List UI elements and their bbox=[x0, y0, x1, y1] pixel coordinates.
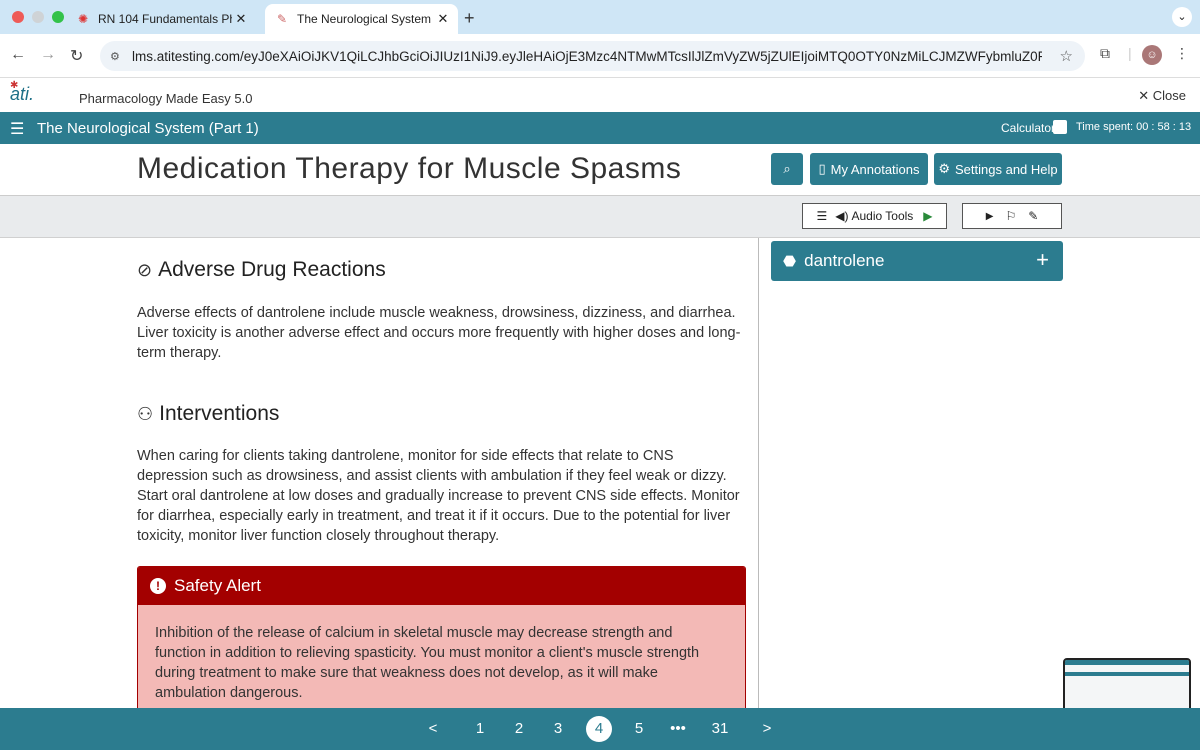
calculator-button[interactable]: Calculator bbox=[1001, 121, 1055, 135]
expand-plus-icon[interactable]: + bbox=[1036, 247, 1049, 273]
time-spent: Time spent: 00 : 58 : 13 bbox=[1076, 121, 1192, 133]
play-small-icon[interactable]: ▶ bbox=[986, 211, 994, 222]
settings-help-button[interactable]: ⚙ Settings and Help bbox=[934, 153, 1062, 185]
section-bar: ☰ The Neurological System (Part 1) Calcu… bbox=[0, 112, 1200, 144]
section-title: The Neurological System (Part 1) bbox=[37, 120, 259, 137]
back-arrow-icon[interactable]: ← bbox=[10, 46, 26, 64]
nurse-icon: ⚇ bbox=[137, 403, 154, 424]
minimize-window-button[interactable] bbox=[32, 11, 44, 23]
browser-tab-bar: ✺ RN 104 Fundamentals Pharma ✕ ✎ The Neu… bbox=[0, 0, 1200, 34]
site-info-icon[interactable]: ⚙ bbox=[110, 50, 126, 63]
page-tools: ▶ ⚐ ✎ bbox=[962, 203, 1062, 229]
tab-title: The Neurological System (Par bbox=[297, 12, 434, 26]
avatar[interactable]: ☺ bbox=[1142, 45, 1162, 65]
chevron-down-icon[interactable]: ⌄ bbox=[1172, 7, 1192, 27]
logo-mark-icon: ✱ bbox=[10, 80, 19, 91]
page-5[interactable]: 5 bbox=[628, 720, 650, 737]
close-window-button[interactable] bbox=[12, 11, 24, 23]
safety-alert-text: Inhibition of the release of calcium in … bbox=[155, 625, 700, 701]
url-field[interactable]: ⚙ lms.atitesting.com/eyJ0eXAiOiJKV1QiLCJ… bbox=[100, 41, 1085, 71]
page-title-row: Medication Therapy for Muscle Spasms ⌕ ▯… bbox=[0, 144, 1200, 196]
pill-bottle-icon: ⬣ bbox=[783, 253, 797, 270]
new-tab-button[interactable]: + bbox=[464, 8, 475, 29]
search-button[interactable]: ⌕ bbox=[771, 153, 803, 185]
content-divider bbox=[758, 238, 759, 708]
annotation-icon: ▯ bbox=[818, 161, 826, 176]
browser-tab-pharma[interactable]: ✺ RN 104 Fundamentals Pharma ✕ bbox=[66, 4, 256, 34]
ati-logo: ✱ ati. bbox=[10, 80, 35, 104]
forward-arrow-icon[interactable]: → bbox=[40, 46, 56, 64]
safety-alert-header: ! Safety Alert bbox=[138, 567, 745, 605]
product-title: Pharmacology Made Easy 5.0 bbox=[79, 91, 253, 106]
extensions-icon[interactable]: ⧉ bbox=[1100, 45, 1110, 62]
browser-tab-neuro[interactable]: ✎ The Neurological System (Par ✕ bbox=[265, 4, 458, 34]
search-icon: ⌕ bbox=[783, 161, 791, 176]
exclamation-icon: ! bbox=[150, 578, 166, 594]
page-3[interactable]: 3 bbox=[547, 720, 569, 737]
page-4-current[interactable]: 4 bbox=[586, 716, 612, 742]
page-1[interactable]: 1 bbox=[469, 720, 491, 737]
ati-favicon-icon: ✺ bbox=[77, 12, 89, 26]
interventions-heading: ⚇ Interventions bbox=[137, 402, 280, 425]
page-title: Medication Therapy for Muscle Spasms bbox=[137, 152, 682, 185]
gear-icon: ⚙ bbox=[938, 161, 951, 176]
url-text: lms.atitesting.com/eyJ0eXAiOiJKV1QiLCJhb… bbox=[132, 48, 1042, 64]
reload-icon[interactable]: ↻ bbox=[70, 46, 83, 66]
app-header: ✱ ati. Pharmacology Made Easy 5.0 ✕ Close bbox=[0, 78, 1200, 112]
calculator-icon[interactable] bbox=[1053, 120, 1067, 134]
main-content: ⊘ Adverse Drug Reactions Adverse effects… bbox=[0, 238, 758, 708]
drug-card-dantrolene[interactable]: ⬣ dantrolene + bbox=[771, 241, 1063, 281]
adverse-reactions-text: Adverse effects of dantrolene include mu… bbox=[137, 305, 741, 361]
play-icon[interactable]: ▶ bbox=[923, 209, 932, 223]
prev-page-button[interactable]: < bbox=[422, 720, 444, 737]
hamburger-menu-icon[interactable]: ☰ bbox=[10, 119, 24, 139]
audio-tools-row: ☰ ◀) Audio Tools ▶ ▶ ⚐ ✎ bbox=[0, 196, 1200, 238]
address-bar-row: ← → ↻ ⚙ lms.atitesting.com/eyJ0eXAiOiJKV… bbox=[0, 34, 1200, 78]
ati-favicon-icon: ✎ bbox=[276, 12, 288, 26]
interventions-text: When caring for clients taking dantrolen… bbox=[137, 448, 740, 544]
menu-lines-icon[interactable]: ☰ bbox=[816, 209, 827, 223]
audio-tools[interactable]: ☰ ◀) Audio Tools ▶ bbox=[802, 203, 947, 229]
adverse-reactions-heading: ⊘ Adverse Drug Reactions bbox=[137, 258, 386, 281]
flag-icon[interactable]: ⚐ bbox=[1005, 209, 1016, 223]
toolbar-divider: | bbox=[1128, 45, 1132, 61]
highlighter-icon[interactable]: ✎ bbox=[1028, 209, 1038, 223]
page-ellipsis: ••• bbox=[670, 720, 686, 737]
pagination-bar: < 1 2 3 4 5 ••• 31 > bbox=[0, 708, 1200, 750]
maximize-window-button[interactable] bbox=[52, 11, 64, 23]
reaction-icon: ⊘ bbox=[137, 259, 153, 280]
my-annotations-button[interactable]: ▯ My Annotations bbox=[810, 153, 928, 185]
tab-title: RN 104 Fundamentals Pharma bbox=[98, 12, 232, 26]
safety-alert: ! Safety Alert Inhibition of the release… bbox=[137, 566, 746, 708]
next-page-button[interactable]: > bbox=[756, 720, 778, 737]
page-2[interactable]: 2 bbox=[508, 720, 530, 737]
speaker-icon: ◀) bbox=[835, 209, 849, 223]
close-button[interactable]: ✕ Close bbox=[1138, 88, 1186, 104]
more-menu-icon[interactable]: ⋮ bbox=[1175, 45, 1189, 62]
close-icon[interactable]: ✕ bbox=[232, 11, 250, 27]
page-31[interactable]: 31 bbox=[706, 720, 734, 737]
close-icon[interactable]: ✕ bbox=[434, 11, 452, 27]
bookmark-star-icon[interactable]: ☆ bbox=[1060, 47, 1073, 65]
